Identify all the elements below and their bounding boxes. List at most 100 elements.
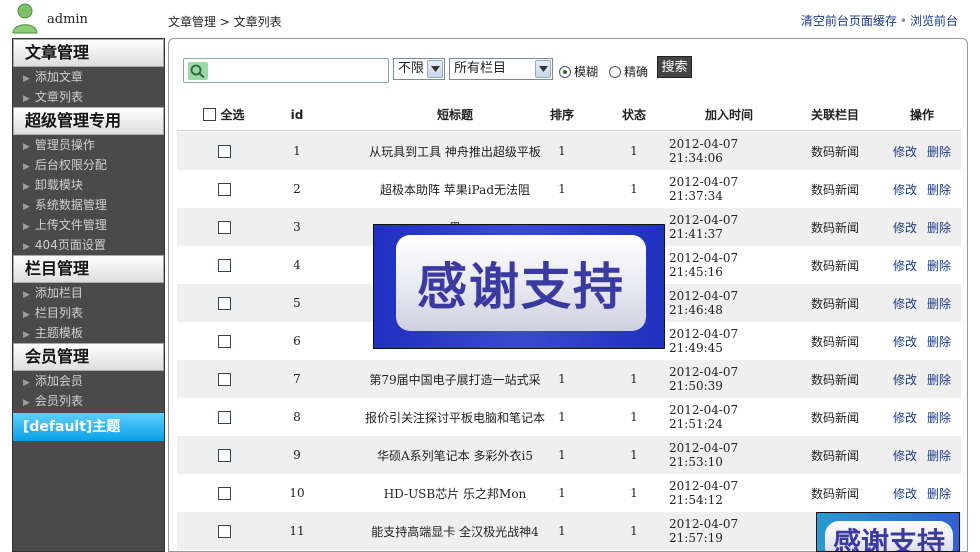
row-time: 2012-04-07 21:50:39 — [669, 365, 739, 393]
row-category: 数码新闻 — [810, 486, 859, 501]
edit-link[interactable]: 修改 — [893, 447, 917, 464]
row-id: 9 — [293, 448, 301, 462]
checkbox[interactable] — [217, 486, 231, 500]
category-select[interactable]: 所有栏目 — [449, 58, 553, 80]
checkbox[interactable] — [203, 108, 217, 121]
sidebar-section-title[interactable]: 文章管理 — [13, 39, 164, 67]
row-check-cell — [189, 208, 259, 246]
sidebar-item-article-list[interactable]: ▶ 文章列表 — [13, 87, 164, 107]
checkbox[interactable] — [217, 448, 231, 462]
row-status: 1 — [630, 410, 638, 424]
sidebar-item-uninstall[interactable]: ▶ 卸载模块 — [13, 175, 164, 195]
limit-select[interactable]: 不限 — [393, 58, 445, 80]
link-separator: • — [899, 14, 907, 28]
edit-link[interactable]: 修改 — [893, 371, 917, 388]
arrow-right-icon: ▶ — [23, 330, 30, 340]
sidebar-section-title[interactable]: 超级管理专用 — [13, 107, 164, 135]
edit-link[interactable]: 修改 — [893, 295, 917, 312]
checkbox[interactable] — [217, 258, 231, 272]
edit-link[interactable]: 修改 — [893, 143, 917, 160]
row-order: 1 — [558, 144, 566, 158]
delete-link[interactable]: 删除 — [927, 181, 951, 198]
edit-link[interactable]: 修改 — [893, 181, 917, 198]
edit-link[interactable]: 修改 — [893, 485, 917, 502]
header-category: 关联栏目 — [810, 108, 859, 122]
arrow-right-icon: ▶ — [23, 222, 30, 232]
radio-exact[interactable]: 精确 — [609, 63, 648, 80]
edit-link[interactable]: 修改 — [893, 257, 917, 274]
header-ops: 操作 — [909, 108, 934, 122]
row-ops: 修改删除 — [883, 284, 961, 322]
sidebar-item-member-list[interactable]: ▶ 会员列表 — [13, 391, 164, 411]
edit-link[interactable]: 修改 — [893, 333, 917, 350]
row-time: 2012-04-07 21:53:10 — [669, 441, 739, 469]
search-input[interactable] — [210, 61, 385, 81]
edit-link[interactable]: 修改 — [893, 219, 917, 236]
checkbox[interactable] — [217, 296, 231, 310]
edit-link[interactable]: 修改 — [893, 409, 917, 426]
delete-link[interactable]: 删除 — [927, 371, 951, 388]
sidebar-item-system-data[interactable]: ▶ 系统数据管理 — [13, 195, 164, 215]
select-all[interactable]: 全选 — [189, 99, 259, 130]
row-ops: 修改删除 — [883, 398, 961, 436]
delete-link[interactable]: 删除 — [927, 485, 951, 502]
row-check-cell — [189, 436, 259, 474]
row-id: 5 — [293, 296, 301, 310]
sidebar-item-label: 后台权限分配 — [34, 158, 107, 172]
search-button[interactable]: 搜索 — [657, 56, 692, 78]
delete-link[interactable]: 删除 — [927, 219, 951, 236]
row-category: 数码新闻 — [810, 144, 859, 159]
delete-link[interactable]: 删除 — [927, 333, 951, 350]
sidebar-item-permissions[interactable]: ▶ 后台权限分配 — [13, 155, 164, 175]
row-status: 1 — [630, 182, 638, 196]
row-check-cell — [189, 398, 259, 436]
row-check-cell — [189, 132, 259, 170]
checkbox[interactable] — [217, 524, 231, 538]
delete-link[interactable]: 删除 — [927, 257, 951, 274]
row-status: 1 — [630, 448, 638, 462]
thanks-overlay-small: 感谢支持 — [816, 512, 960, 552]
sidebar-item-theme[interactable]: [default]主题 — [13, 413, 164, 441]
browse-front-link[interactable]: 浏览前台 — [910, 14, 958, 28]
checkbox[interactable] — [217, 410, 231, 424]
sidebar-item-column-list[interactable]: ▶ 栏目列表 — [13, 303, 164, 323]
row-id: 7 — [293, 372, 301, 386]
table-row: 1 从玩具到工具 神舟推出超级平板 1 1 2012-04-07 21:34:06 数码新… — [177, 132, 961, 170]
limit-select-value: 不限 — [398, 61, 425, 76]
checkbox[interactable] — [217, 144, 231, 158]
sidebar-item-add-column[interactable]: ▶ 添加栏目 — [13, 283, 164, 303]
sidebar-section-title[interactable]: 会员管理 — [13, 343, 164, 371]
sidebar-item-upload-files[interactable]: ▶ 上传文件管理 — [13, 215, 164, 235]
radio-fuzzy[interactable]: 模糊 — [559, 63, 598, 80]
delete-link[interactable]: 删除 — [927, 295, 951, 312]
sidebar-item-add-article[interactable]: ▶ 添加文章 — [13, 67, 164, 87]
row-time: 2012-04-07 21:51:24 — [669, 403, 739, 431]
radio-exact-label: 精确 — [624, 65, 649, 79]
sidebar-item-404-settings[interactable]: ▶ 404页面设置 — [13, 235, 164, 255]
sidebar-item-label: 文章列表 — [34, 90, 83, 104]
search-box[interactable] — [183, 58, 389, 83]
sidebar-item-theme-template[interactable]: ▶ 主题模板 — [13, 323, 164, 343]
row-status: 1 — [630, 144, 638, 158]
clear-cache-link[interactable]: 清空前台页面缓存 — [801, 14, 897, 28]
delete-link[interactable]: 删除 — [927, 409, 951, 426]
arrow-right-icon: ▶ — [23, 162, 30, 172]
row-check-cell — [189, 170, 259, 208]
sidebar-section-title[interactable]: 栏目管理 — [13, 255, 164, 283]
row-id: 6 — [293, 334, 301, 348]
checkbox[interactable] — [217, 334, 231, 348]
row-time: 2012-04-07 21:41:37 — [669, 213, 739, 241]
checkbox[interactable] — [217, 182, 231, 196]
delete-link[interactable]: 删除 — [927, 143, 951, 160]
sidebar-item-admin-ops[interactable]: ▶ 管理员操作 — [13, 135, 164, 155]
row-ops: 修改删除 — [883, 132, 961, 170]
checkbox[interactable] — [217, 220, 231, 234]
table-header: 全选 id 短标题 排序 状态 加入时间 关联栏目 操作 — [177, 99, 961, 131]
delete-link[interactable]: 删除 — [927, 447, 951, 464]
arrow-right-icon: ▶ — [23, 398, 30, 408]
row-order: 1 — [558, 182, 566, 196]
sidebar-item-add-member[interactable]: ▶ 添加会员 — [13, 371, 164, 391]
checkbox[interactable] — [217, 372, 231, 386]
row-order: 1 — [558, 410, 566, 424]
sidebar-item-label: 栏目列表 — [34, 306, 83, 320]
